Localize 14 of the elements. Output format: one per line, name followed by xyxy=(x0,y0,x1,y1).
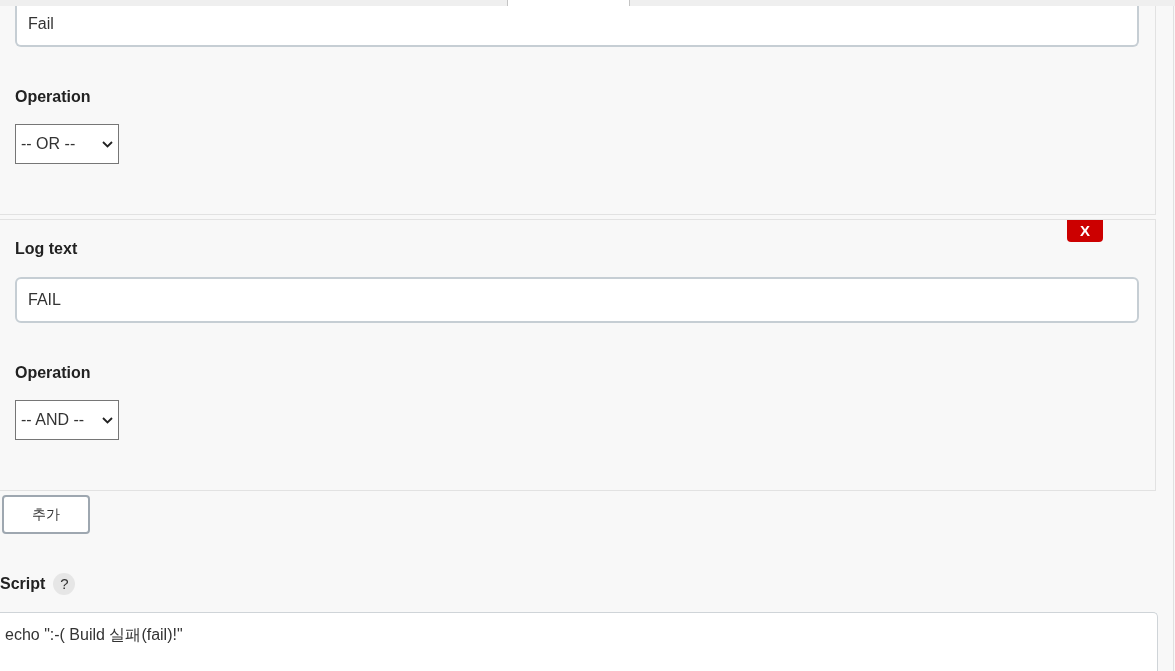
field-label: Script xyxy=(0,574,46,594)
add-button[interactable]: 추가 xyxy=(2,495,90,534)
log-text-field[interactable]: Fail xyxy=(15,6,1139,47)
operation-select[interactable]: -- OR -- xyxy=(15,124,119,164)
field-label: Operation xyxy=(15,363,91,383)
field-label: Log text xyxy=(15,239,78,259)
chevron-down-icon xyxy=(102,416,113,424)
log-text-field[interactable]: FAIL xyxy=(15,277,1139,323)
script-field[interactable]: echo ":-( Build 실패(fail)!" xyxy=(0,612,1158,671)
field-label: Operation xyxy=(15,87,91,107)
chevron-down-icon xyxy=(102,140,113,148)
delete-button[interactable]: X xyxy=(1067,220,1103,242)
help-button[interactable]: ? xyxy=(53,573,76,595)
operation-select[interactable]: -- AND -- xyxy=(15,400,119,440)
